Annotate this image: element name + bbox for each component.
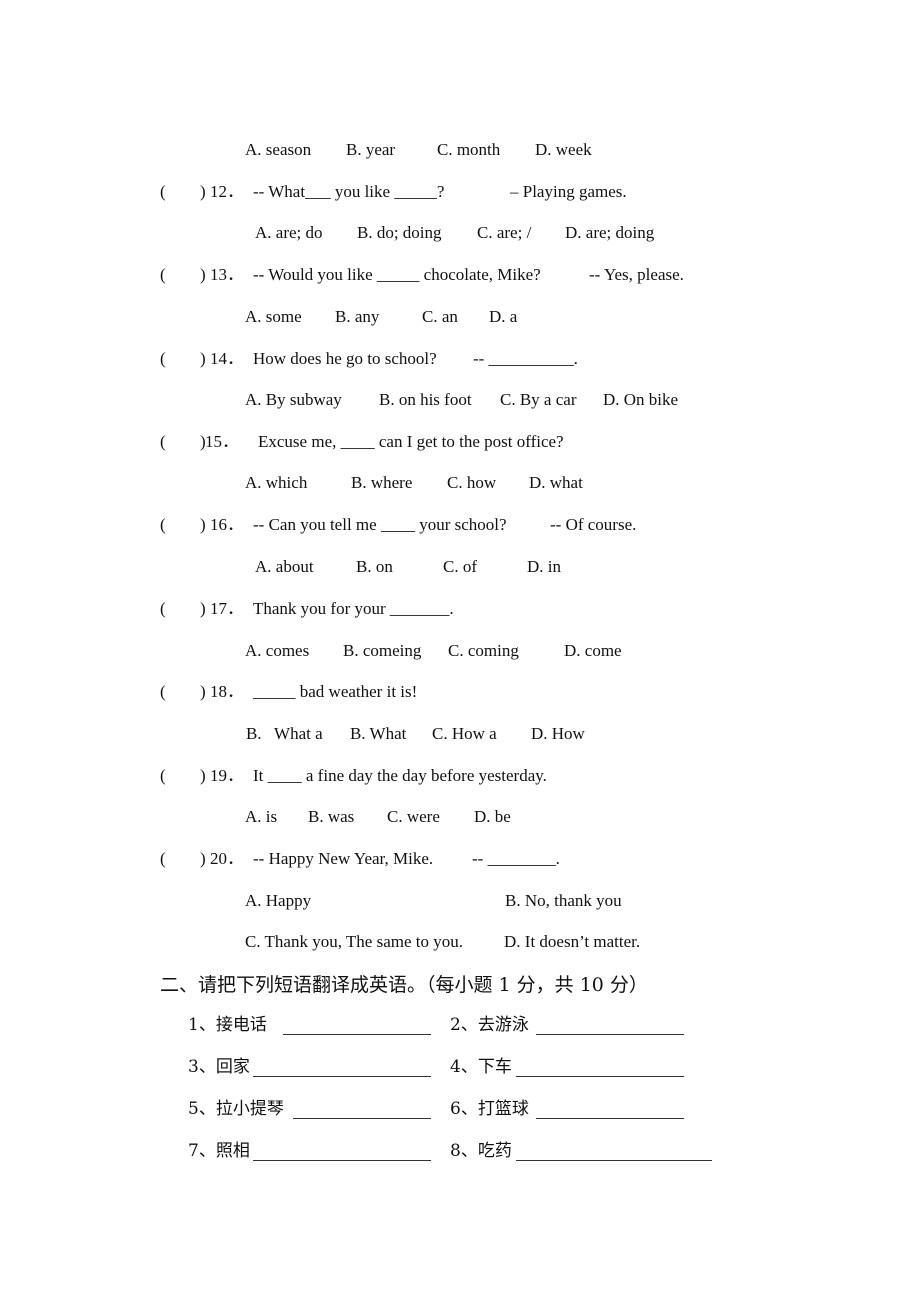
- option-c: C. were: [387, 807, 440, 826]
- answer-paren-open[interactable]: (: [160, 849, 166, 869]
- translation-item-label: 2、去游泳: [450, 1015, 529, 1035]
- option-d: D. come: [564, 641, 622, 660]
- answer-paren-open[interactable]: (: [160, 349, 166, 369]
- option-a: A. about: [255, 557, 314, 576]
- answer-blank[interactable]: [283, 1020, 431, 1035]
- answer-hint: -- ________.: [472, 849, 560, 868]
- answer-paren-open[interactable]: (: [160, 432, 166, 452]
- answer-paren-close: ): [200, 349, 206, 368]
- translation-item-label: 6、打篮球: [450, 1099, 529, 1119]
- answer-paren-open[interactable]: (: [160, 265, 166, 285]
- option-b: B. year: [346, 140, 396, 159]
- answer-hint: -- Yes, please.: [589, 265, 684, 284]
- answer-paren-close: ): [200, 182, 206, 201]
- question-number: 19．: [210, 766, 244, 785]
- option-c: C. of: [443, 557, 477, 576]
- option-c: C. Thank you, The same to you.: [245, 932, 463, 951]
- option-b: B. was: [308, 807, 355, 826]
- option-b: B. any: [335, 307, 380, 326]
- option-c: C. month: [437, 140, 501, 159]
- answer-paren-open[interactable]: (: [160, 682, 166, 702]
- option-c: C. coming: [448, 641, 519, 660]
- option-d: D. It doesn’t matter.: [504, 932, 641, 951]
- option-a: A. are; do: [255, 223, 323, 242]
- option-c: C. By a car: [500, 390, 577, 409]
- question-stem: _____ bad weather it is!: [253, 682, 418, 701]
- question-number: 18．: [210, 682, 244, 701]
- option-c: C. are; /: [477, 223, 532, 242]
- question-stem: Excuse me, ____ can I get to the post of…: [258, 432, 564, 451]
- question-stem: -- Can you tell me ____ your school?: [253, 515, 507, 534]
- option-d: D. a: [489, 307, 518, 326]
- translation-item-label: 7、照相: [188, 1141, 250, 1161]
- option-b: B. on: [356, 557, 393, 576]
- option-b: B. do; doing: [357, 223, 442, 242]
- option-a: A. comes: [245, 641, 310, 660]
- answer-paren-open[interactable]: (: [160, 182, 166, 202]
- option-c: C. How a: [432, 724, 497, 743]
- option-b: B. What: [350, 724, 407, 743]
- option-b: B. comeing: [343, 641, 422, 660]
- option-a: A. is: [245, 807, 278, 826]
- option-d: D. be: [474, 807, 511, 826]
- option-a: A. Happy: [245, 891, 312, 910]
- answer-paren-open[interactable]: (: [160, 766, 166, 786]
- question-number: 16．: [210, 515, 244, 534]
- option-b: B. No, thank you: [505, 891, 622, 910]
- question-number: 20．: [210, 849, 244, 868]
- section-heading: 二、请把下列短语翻译成英语。（每小题 1 分，共 10 分）: [160, 974, 648, 996]
- answer-paren-open[interactable]: (: [160, 515, 166, 535]
- answer-paren-open[interactable]: (: [160, 599, 166, 619]
- question-number: 12．: [210, 182, 244, 201]
- question-stem: -- Happy New Year, Mike.: [253, 849, 434, 868]
- answer-blank[interactable]: [253, 1146, 431, 1161]
- option-a: A. season: [245, 140, 312, 159]
- option-a: B. What a: [246, 724, 323, 743]
- question-number: 15．: [205, 432, 239, 451]
- option-d: D. How: [531, 724, 585, 743]
- translation-item-label: 8、吃药: [450, 1141, 512, 1161]
- option-d: D. On bike: [603, 390, 679, 409]
- answer-paren-close: ): [200, 682, 206, 701]
- option-a: A. some: [245, 307, 302, 326]
- option-b: B. on his foot: [379, 390, 472, 409]
- option-c: C. an: [422, 307, 458, 326]
- answer-hint: – Playing games.: [510, 182, 627, 201]
- answer-blank[interactable]: [516, 1062, 684, 1077]
- answer-paren-close: ): [200, 849, 206, 868]
- answer-blank[interactable]: [516, 1146, 712, 1161]
- translation-item-label: 4、下车: [450, 1057, 512, 1077]
- option-b: B. where: [351, 473, 413, 492]
- option-a: A. which: [245, 473, 308, 492]
- option-d: D. are; doing: [565, 223, 655, 242]
- question-stem: How does he go to school?: [253, 349, 437, 368]
- question-stem: -- What___ you like _____?: [253, 182, 445, 201]
- option-d: D. what: [529, 473, 583, 492]
- question-stem: It ____ a fine day the day before yester…: [253, 766, 547, 785]
- translation-item-label: 5、拉小提琴: [188, 1099, 284, 1119]
- question-number: 17．: [210, 599, 244, 618]
- question-number: 14．: [210, 349, 244, 368]
- question-stem: -- Would you like _____ chocolate, Mike?: [253, 265, 541, 284]
- translation-item-label: 3、回家: [188, 1057, 250, 1077]
- answer-paren-close: ): [200, 265, 206, 284]
- answer-paren-close: ): [200, 766, 206, 785]
- option-d: D. week: [535, 140, 592, 159]
- question-stem: Thank you for your _______.: [253, 599, 454, 618]
- translation-item-label: 1、接电话: [188, 1015, 267, 1035]
- option-a: A. By subway: [245, 390, 342, 409]
- answer-blank[interactable]: [536, 1020, 684, 1035]
- answer-blank[interactable]: [253, 1062, 431, 1077]
- option-c: C. how: [447, 473, 497, 492]
- answer-blank[interactable]: [293, 1104, 431, 1119]
- answer-paren-close: ): [200, 599, 206, 618]
- answer-blank[interactable]: [536, 1104, 684, 1119]
- answer-hint: -- Of course.: [550, 515, 637, 534]
- answer-hint: -- __________.: [473, 349, 578, 368]
- answer-paren-close: ): [200, 515, 206, 534]
- question-number: 13．: [210, 265, 244, 284]
- option-d: D. in: [527, 557, 561, 576]
